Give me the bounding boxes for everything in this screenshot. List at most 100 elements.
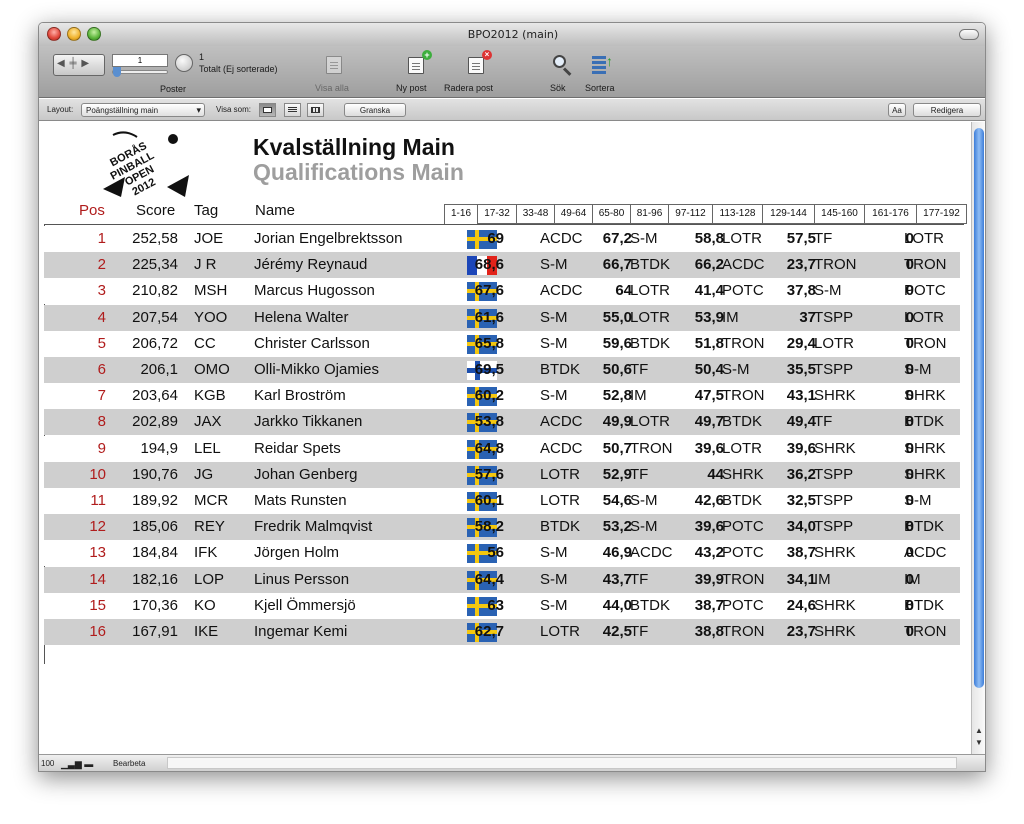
row-player-name: Jérémy Reynaud — [254, 256, 368, 274]
delete-record-icon[interactable]: × — [466, 50, 492, 76]
tab-range[interactable]: 49-64 — [555, 204, 593, 224]
zoom-window-button[interactable] — [87, 27, 101, 41]
tab-range[interactable]: 81-96 — [631, 204, 669, 224]
preview-button[interactable]: Granska — [344, 103, 406, 117]
minimize-window-button[interactable] — [67, 27, 81, 41]
text-format-button[interactable]: Aa — [888, 103, 906, 117]
view-list-button[interactable] — [284, 103, 301, 117]
layout-select[interactable]: Poängställning main — [81, 103, 205, 117]
record-book-navigator[interactable] — [53, 54, 105, 76]
find-label[interactable]: Sök — [550, 83, 566, 93]
zoom-level[interactable]: 100 — [41, 759, 54, 768]
table-row[interactable]: 3 210,82 MSH Marcus Hugosson 67,6 ACDC 64 LOTR 4… — [44, 278, 960, 305]
show-all-label[interactable]: Visa alla — [315, 83, 349, 93]
game-code: LOTR — [630, 282, 671, 300]
game-code: ACDC — [540, 413, 583, 431]
table-row[interactable]: 6 206,1 OMO Olli-Mikko Ojamies 69,5 BTDK 50,6 T… — [44, 357, 960, 383]
game-score: 50,4 — [694, 361, 724, 378]
table-row[interactable]: 11 189,92 MCR Mats Runsten 60,1 LOTR 54,6 S-M 42… — [44, 488, 960, 514]
row-score: 207,54 — [132, 308, 178, 326]
row-player-name: Jörgen Holm — [254, 544, 340, 562]
game-score: 57,6 — [474, 465, 504, 483]
toolbar-toggle-button[interactable] — [959, 29, 979, 40]
game-code: S-M — [540, 256, 568, 274]
row-pos: 15 — [89, 596, 106, 614]
game-score: 24,6 — [786, 596, 816, 614]
tab-range[interactable]: 129-144 — [763, 204, 815, 224]
row-score: 184,84 — [132, 544, 178, 562]
table-row[interactable]: 13 184,84 IFK Jörgen Holm 56 S-M 46,9 ACDC 43,2 P… — [44, 540, 960, 567]
sort-label[interactable]: Sortera — [585, 83, 615, 93]
row-score: 225,34 — [132, 256, 178, 274]
tab-range[interactable]: 1-16 — [444, 204, 478, 225]
table-view-icon — [311, 107, 320, 113]
tab-range[interactable]: 65-80 — [593, 204, 631, 224]
row-pos: 13 — [89, 544, 106, 562]
row-pos: 11 — [90, 492, 106, 509]
game-code: SHRK — [814, 623, 856, 640]
table-row[interactable]: 16 167,91 IKE Ingemar Kemi 62,7 LOTR 42,5 TF 38,… — [44, 619, 960, 645]
view-form-button[interactable] — [259, 103, 276, 117]
table-row[interactable]: 14 182,16 LOP Linus Persson 64,4 S-M 43,7 TF 39,… — [44, 566, 960, 593]
slider-knob[interactable] — [113, 67, 121, 77]
new-record-icon[interactable]: + — [406, 50, 432, 76]
game-code: POTC — [722, 282, 764, 300]
tab-range[interactable]: 113-128 — [713, 204, 763, 224]
table-row[interactable]: 7 203,64 KGB Karl Broström 60,2 S-M 52,8 IM 47,5… — [44, 383, 960, 410]
tab-range[interactable]: 161-176 — [865, 204, 917, 224]
game-code: S-M — [904, 361, 932, 378]
row-player-name: Reidar Spets — [254, 439, 341, 457]
column-header-name: Name — [255, 202, 296, 219]
boras-pinball-open-logo: BORÅS PINBALL OPEN 2012 — [103, 131, 189, 198]
horizontal-scrollbar[interactable] — [167, 757, 957, 769]
record-slider[interactable] — [112, 67, 168, 77]
table-row[interactable]: 5 206,72 CC Christer Carlsson 65,8 S-M 59,6 BTD… — [44, 330, 960, 357]
edit-layout-button[interactable]: Redigera — [913, 103, 981, 117]
game-score: 64,8 — [474, 439, 504, 457]
table-row[interactable]: 4 207,54 YOO Helena Walter 61,6 S-M 55,0 LOTR 53… — [44, 304, 960, 331]
sort-icon[interactable]: ↑ — [592, 54, 614, 76]
page-title: Kvalställning Main — [253, 134, 455, 160]
delete-record-label[interactable]: Radera post — [444, 83, 493, 93]
game-score: 39,6 — [786, 439, 816, 457]
row-player-name: Jarkko Tikkanen — [254, 413, 363, 431]
table-row[interactable]: 9 194,9 LEL Reidar Spets 64,8 ACDC 50,7 TRON 39,… — [44, 435, 960, 462]
game-code: LOTR — [722, 230, 763, 247]
table-row[interactable]: 2 225,34 J R Jérémy Reynaud 68,6 S-M 66,7 BTDK 6… — [44, 252, 960, 279]
tab-range[interactable]: 177-192 — [917, 204, 967, 224]
layout-select-value: Poängställning main — [86, 106, 159, 115]
scroll-down-icon[interactable]: ▼ — [975, 738, 983, 747]
row-tag: OMO — [194, 361, 230, 378]
game-score: 44,0 — [602, 596, 632, 614]
scroll-up-icon[interactable]: ▲ — [975, 726, 983, 735]
search-icon[interactable] — [551, 54, 573, 76]
game-score: 60,2 — [474, 387, 504, 405]
table-row[interactable]: 8 202,89 JAX Jarkko Tikkanen 53,8 ACDC 49,9 LOT… — [44, 409, 960, 436]
game-code: TSPP — [814, 465, 854, 483]
table-row[interactable]: 1 252,58 JOE Jorian Engelbrektsson 69 ACDC 67,… — [44, 226, 960, 252]
found-set-pie-icon[interactable] — [175, 54, 193, 72]
game-code: SHRK — [904, 387, 946, 405]
close-window-button[interactable] — [47, 27, 61, 41]
tab-range[interactable]: 17-32 — [478, 204, 517, 224]
view-table-button[interactable] — [307, 103, 324, 117]
table-row[interactable]: 10 190,76 JG Johan Genberg 57,6 LOTR 52,9 TF 44 S… — [44, 461, 960, 488]
game-score: 55,0 — [602, 308, 632, 326]
app-window: BPO2012 (main) 1 1 Totalt (Ej sorterade)… — [38, 22, 986, 772]
game-score: 38,7 — [694, 596, 724, 614]
tab-range[interactable]: 33-48 — [517, 204, 555, 224]
new-record-label[interactable]: Ny post — [396, 83, 427, 93]
table-row[interactable]: 12 185,06 REY Fredrik Malmqvist 58,2 BTDK 53,2… — [44, 514, 960, 541]
zoom-controls-icon[interactable]: ▁▃▆ ▬ — [61, 759, 93, 770]
scroll-thumb[interactable] — [974, 128, 984, 688]
vertical-scrollbar[interactable]: ▲ ▼ — [971, 122, 985, 754]
game-score: 69 — [487, 230, 504, 247]
tab-range[interactable]: 145-160 — [815, 204, 865, 224]
mode-label[interactable]: Bearbeta — [113, 759, 145, 768]
table-row[interactable]: 15 170,36 KO Kjell Ömmersjö 63 S-M 44,0 BTDK 38,… — [44, 592, 960, 619]
tab-range[interactable]: 97-112 — [669, 204, 713, 224]
show-all-icon[interactable] — [324, 54, 346, 76]
game-score: 34,1 — [786, 570, 816, 588]
record-number-field[interactable]: 1 — [112, 54, 168, 67]
column-header-score: Score — [136, 202, 176, 219]
